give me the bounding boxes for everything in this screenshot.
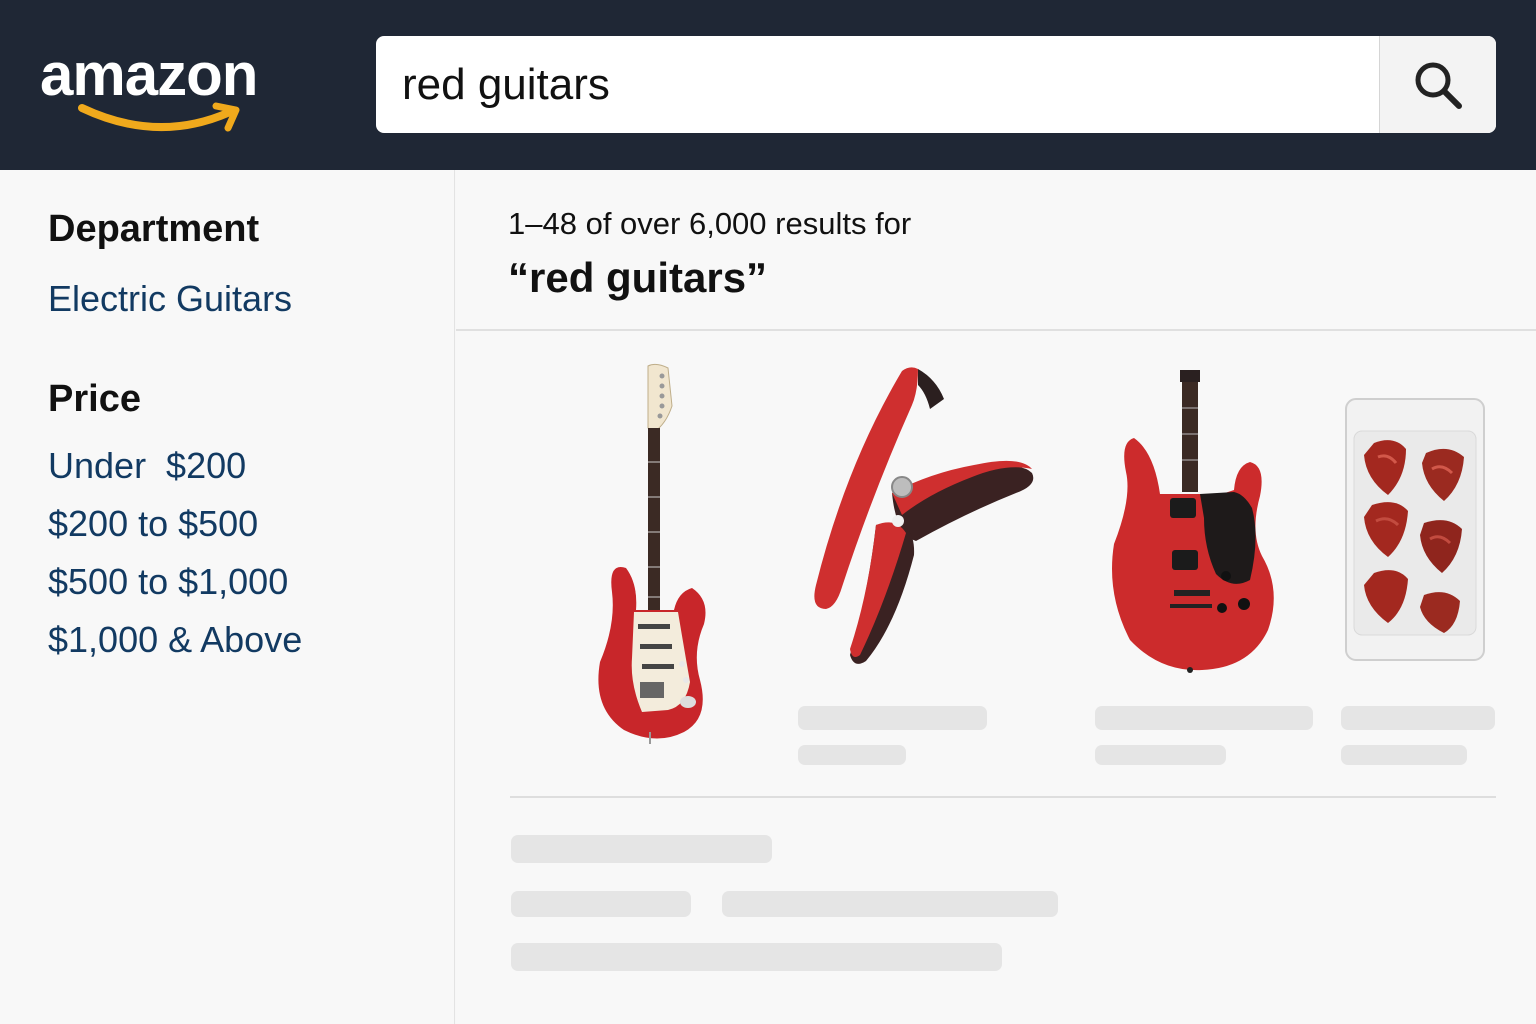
department-heading: Department — [48, 208, 260, 250]
logo-text: amazon — [40, 41, 258, 108]
red-electric-guitar-image — [1112, 370, 1274, 673]
red-guitar-picks-image — [1345, 398, 1485, 661]
red-stratocaster-guitar-image — [598, 363, 706, 744]
price-link-1000-above[interactable]: $1,000 & Above — [48, 619, 302, 661]
product-price-placeholder — [1095, 745, 1226, 765]
search-button[interactable] — [1379, 36, 1496, 133]
price-heading: Price — [48, 378, 141, 420]
loading-placeholder — [722, 891, 1058, 917]
price-link-500-1000[interactable]: $500 to $1,000 — [48, 561, 288, 603]
results-divider — [456, 329, 1536, 331]
result-count: 1–48 of over 6,000 results for — [508, 206, 912, 241]
price-link-under-200[interactable]: Under $200 — [48, 445, 246, 487]
search-input[interactable] — [402, 50, 1362, 120]
loading-placeholder — [511, 835, 772, 863]
search-icon — [1415, 62, 1462, 109]
product-card-red-stratocaster[interactable] — [586, 362, 726, 752]
search-query-title: “red guitars” — [508, 254, 768, 301]
price-link-200-500[interactable]: $200 to $500 — [48, 503, 258, 545]
loading-placeholder — [511, 891, 691, 917]
red-guitar-capo-image — [814, 367, 1034, 664]
product-price-placeholder — [798, 745, 906, 765]
product-title-placeholder — [1095, 706, 1313, 730]
top-navigation-bar: amazon — [0, 0, 1536, 170]
product-card-red-electric-guitar[interactable] — [1104, 368, 1284, 678]
filter-sidebar: Department Electric Guitars Price Under … — [0, 170, 455, 1024]
results-area: 1–48 of over 6,000 results for “red guit… — [456, 170, 1536, 1024]
product-card-red-guitar-picks[interactable] — [1344, 397, 1486, 662]
product-title-placeholder — [1341, 706, 1495, 730]
section-divider — [510, 796, 1496, 798]
product-price-placeholder — [1341, 745, 1467, 765]
loading-placeholder — [511, 943, 1002, 971]
search-bar — [376, 36, 1496, 133]
department-link-electric-guitars[interactable]: Electric Guitars — [48, 278, 292, 320]
amazon-logo[interactable]: amazon — [40, 40, 290, 135]
logo-smile-icon — [78, 102, 240, 132]
product-card-red-capo[interactable] — [806, 365, 1046, 675]
product-title-placeholder — [798, 706, 987, 730]
